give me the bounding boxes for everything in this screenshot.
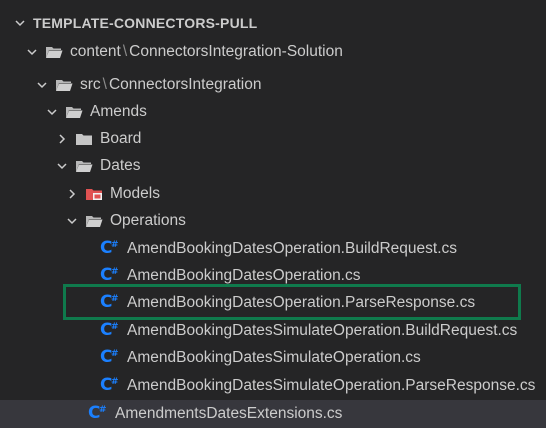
highlight-box — [63, 284, 521, 320]
tree-item-extensions-file[interactable]: C # AmendmentsDatesExtensions.cs — [0, 400, 546, 427]
chevron-down-icon — [65, 214, 79, 228]
file-name: AmendBookingDatesSimulateOperation.Build… — [127, 321, 518, 339]
csharp-file-icon: C # — [100, 265, 119, 285]
folder-open-icon — [65, 105, 83, 119]
folder-name: Models — [110, 184, 160, 202]
csharp-file-icon: C # — [88, 403, 107, 423]
csharp-file-icon: C # — [100, 375, 119, 395]
folder-subpath: ConnectorsIntegration — [108, 75, 262, 93]
tree-item-file[interactable]: C # AmendBookingDatesSimulateOperation.Pa… — [0, 372, 546, 399]
folder-name: content — [70, 42, 121, 60]
file-name: AmendBookingDatesOperation.cs — [127, 266, 361, 284]
explorer-pane: TEMPLATE-CONNECTORS-PULL content \ Conne… — [0, 0, 546, 428]
folder-subpath: ConnectorsIntegration-Solution — [129, 42, 343, 60]
chevron-right-icon — [55, 132, 69, 146]
csharp-file-icon: C # — [100, 320, 119, 340]
path-separator: \ — [122, 42, 128, 60]
chevron-right-icon — [65, 187, 79, 201]
file-name: AmendBookingDatesSimulateOperation.Parse… — [127, 376, 536, 394]
folder-open-icon — [75, 159, 93, 173]
tree-item-board[interactable]: Board — [0, 125, 546, 152]
folder-name: Operations — [110, 211, 186, 229]
tree-item-operations[interactable]: Operations — [0, 207, 546, 234]
chevron-down-icon — [45, 105, 59, 119]
chevron-down-icon — [35, 78, 49, 92]
tree-item-src-folder[interactable]: src \ ConnectorsIntegration — [0, 71, 546, 98]
file-name: AmendBookingDatesSimulateOperation.cs — [127, 348, 421, 366]
folder-name: Dates — [100, 156, 141, 174]
folder-name: Board — [100, 129, 142, 147]
tree-item-file[interactable]: C # AmendBookingDatesSimulateOperation.Bu… — [0, 317, 546, 344]
chevron-down-icon — [25, 45, 39, 59]
folder-name: src — [80, 75, 101, 93]
path-separator: \ — [102, 75, 107, 93]
chevron-down-icon — [55, 159, 69, 173]
folder-icon — [75, 132, 93, 146]
csharp-file-icon: C # — [100, 238, 119, 258]
folder-open-icon — [55, 78, 73, 92]
csharp-file-icon: C # — [100, 347, 119, 367]
folder-icon — [85, 187, 103, 201]
tree-item-content-folder[interactable]: content \ ConnectorsIntegration-Solution — [0, 38, 546, 65]
folder-name: Amends — [90, 102, 147, 120]
folder-open-icon — [45, 45, 63, 59]
tree-item-file[interactable]: C # AmendBookingDatesOperation.BuildReque… — [0, 235, 546, 262]
folder-open-icon — [85, 214, 103, 228]
section-title: TEMPLATE-CONNECTORS-PULL — [33, 15, 258, 31]
scrollbar[interactable] — [536, 0, 546, 428]
tree-item-file[interactable]: C # AmendBookingDatesSimulateOperation.cs — [0, 344, 546, 371]
tree-item-models[interactable]: Models — [0, 180, 546, 207]
file-name: AmendBookingDatesOperation.BuildRequest.… — [127, 239, 457, 257]
tree-item-dates[interactable]: Dates — [0, 152, 546, 179]
chevron-down-icon — [13, 16, 27, 30]
explorer-section-header[interactable]: TEMPLATE-CONNECTORS-PULL — [0, 10, 546, 36]
file-name: AmendmentsDatesExtensions.cs — [115, 404, 343, 422]
tree-item-amends[interactable]: Amends — [0, 98, 546, 125]
